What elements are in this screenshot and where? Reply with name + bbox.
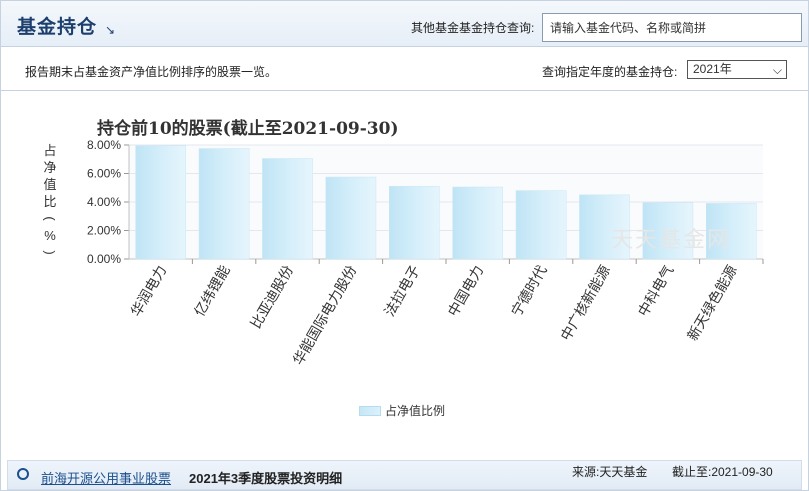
info-bar: 报告期末占基金资产净值比例排序的股票一览。 查询指定年度的基金持仓: 2021年… [1, 48, 808, 91]
x-tick-label: 中科电气 [636, 263, 678, 319]
y-tick-label: 6.00% [87, 167, 121, 181]
chart-svg: 0.00% 2.00% 4.00% 6.00% 8.00% 华润电力 亿纬锂能 比亚迪股份华能… [87, 138, 764, 368]
x-tick-label: 新天绿色能源 [684, 263, 741, 344]
arrow-down-right-icon[interactable]: ↘ [105, 23, 115, 37]
bar [325, 176, 377, 260]
panel-header: 基金持仓 ↘ 其他基金基金持仓查询: [1, 1, 808, 47]
bar [452, 186, 503, 260]
y-axis-label-char: 净 [43, 160, 57, 175]
panel-title: 基金持仓 [17, 17, 98, 38]
legend-label: 占净值比例 [385, 404, 446, 418]
fund-search-input[interactable] [542, 13, 802, 42]
x-tick-label: 比亚迪股份 [248, 263, 297, 332]
y-tick-label: 2.00% [87, 224, 121, 238]
bar [515, 190, 567, 260]
y-axis-label-char: ( [42, 216, 58, 221]
y-axis-label-char: ) [42, 250, 58, 255]
report-deadline: 截止至:2021-09-30 [672, 465, 773, 479]
bar [135, 145, 186, 260]
x-tick-label: 法拉电子 [382, 263, 424, 319]
fund-query-label: 其他基金基金持仓查询: [411, 21, 535, 35]
bar [262, 158, 313, 260]
x-tick-label: 亿纬锂能 [192, 263, 234, 319]
x-tick-label: 华能国际电力股份 [291, 263, 361, 368]
chart-title: 持仓前10的股票(截止至2021-09-30) [97, 119, 399, 139]
y-tick-label: 8.00% [87, 138, 121, 152]
fund-name-link[interactable]: 前海开源公用事业股票 [41, 468, 171, 487]
y-axis-label-char: 值 [43, 177, 57, 192]
report-title: 2021年3季度股票投资明细 [189, 471, 343, 486]
x-tick-label: 华润电力 [128, 263, 170, 319]
x-tick-label: 宁德时代 [508, 263, 551, 320]
y-tick-label: 4.00% [87, 195, 121, 209]
chart-legend[interactable]: 占净值比例 [359, 402, 445, 419]
footer-bar: 前海开源公用事业股票 2021年3季度股票投资明细 来源:天天基金 截止至:20… [1, 448, 808, 490]
watermark: 天天基金网 [611, 228, 732, 253]
y-axis-label-char: 比 [43, 194, 57, 209]
y-axis-label-char: % [44, 228, 56, 243]
legend-swatch [359, 406, 381, 416]
year-select-value: 2021年 [693, 62, 732, 76]
y-tick-label: 0.00% [87, 252, 121, 266]
year-select-label: 查询指定年度的基金持仓: [542, 65, 678, 79]
x-tick-label: 中国电力 [445, 263, 487, 319]
holdings-chart: 0.00% 2.00% 4.00% 6.00% 8.00% 华润电力 亿纬锂能 比亚迪股份 华能… [1, 92, 808, 447]
data-source: 来源:天天基金 [572, 465, 648, 479]
circle-bullet-icon [17, 468, 29, 480]
bar [389, 186, 440, 260]
y-axis-label: 占净值比 (%) [41, 142, 59, 261]
y-axis-label-char: 占 [43, 143, 57, 158]
chevron-down-icon: ⌵ [772, 63, 782, 77]
x-tick-label: 中广核新能源 [558, 263, 614, 344]
year-select[interactable]: 2021年 ⌵ [687, 60, 787, 79]
holdings-description: 报告期末占基金资产净值比例排序的股票一览。 [25, 65, 278, 79]
bar [198, 148, 250, 260]
